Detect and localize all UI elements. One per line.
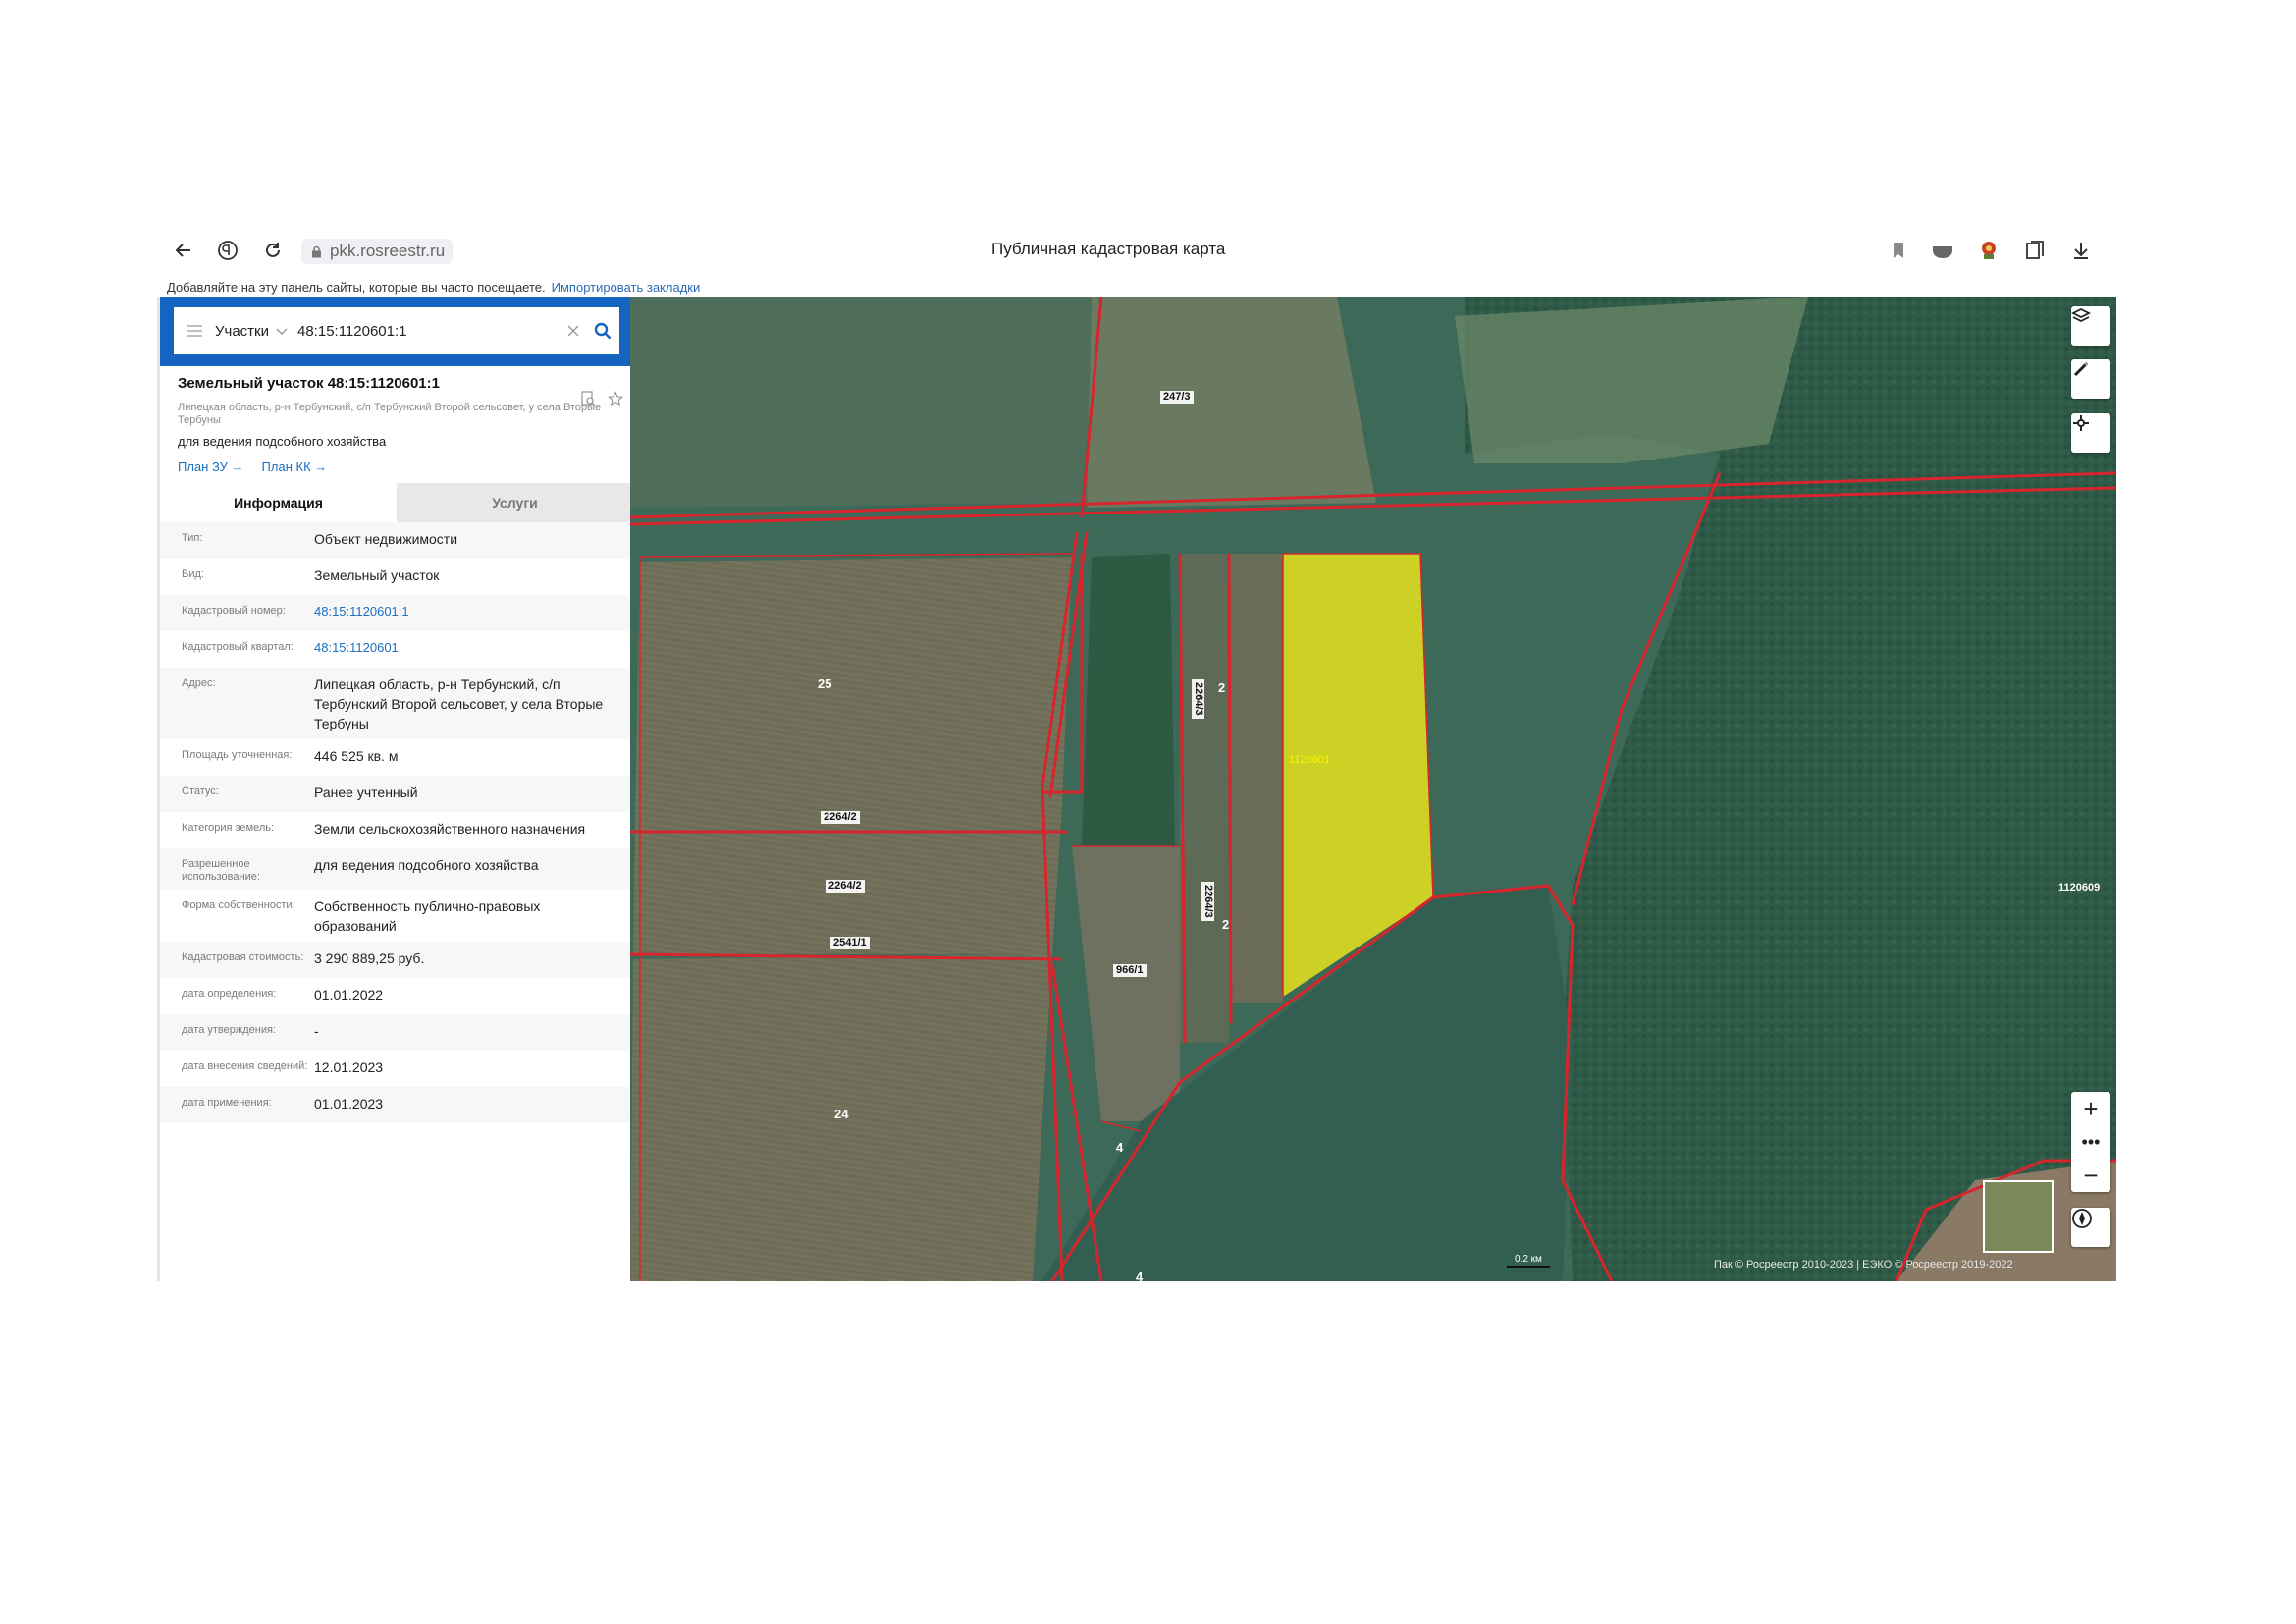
object-title: Земельный участок 48:15:1120601:1 (178, 375, 440, 392)
locate-icon[interactable] (2071, 413, 2110, 453)
scale-bar: 0.2 км (1507, 1254, 1550, 1268)
reader-mode-icon[interactable] (1930, 238, 1955, 263)
info-row-date-approved: дата утверждения: - (160, 1014, 633, 1051)
bookmarks-hint: Добавляйте на эту панель сайты, которые … (167, 279, 546, 295)
parcel-label[interactable]: 1120601 (1286, 754, 1333, 767)
parcel-label[interactable]: 4 (1113, 1141, 1126, 1154)
parcel-label[interactable]: 4 (1133, 1271, 1146, 1281)
parcel-label[interactable]: 2264/2 (821, 811, 860, 824)
back-arrow-icon[interactable] (169, 236, 198, 265)
more-icon[interactable]: ••• (2071, 1125, 2110, 1159)
page-title: Публичная кадастровая карта (991, 240, 1226, 258)
layers-icon[interactable] (2071, 306, 2110, 346)
url-text: pkk.rosreestr.ru (330, 242, 446, 260)
extension-icon[interactable] (1976, 238, 2002, 263)
satellite-map (630, 297, 2116, 1281)
object-use: для ведения подсобного хозяйства (178, 434, 387, 449)
bookmarks-bar: Добавляйте на эту панель сайты, которые … (167, 275, 700, 298)
parcel-label[interactable]: 2 (1215, 681, 1228, 694)
parcel-label[interactable]: 247/3 (1160, 391, 1194, 404)
object-header: Земельный участок 48:15:1120601:1 Липецк… (178, 375, 619, 474)
plan-zu-link[interactable]: План ЗУ → (178, 460, 244, 474)
tab-information[interactable]: Информация (160, 483, 397, 522)
search-scope-select[interactable]: Участки (215, 323, 276, 340)
search-strip: Участки 48:15:1120601:1 (160, 297, 633, 366)
zoom-control: + ••• − (2071, 1092, 2110, 1192)
download-icon[interactable] (2068, 238, 2094, 263)
search-icon[interactable] (586, 322, 619, 340)
map-view[interactable]: 247/3 25 2264/3 2 1120601 2264/2 2264/2 … (630, 297, 2116, 1281)
import-bookmarks-link[interactable]: Импортировать закладки (552, 280, 701, 295)
browser-toolbar: pkk.rosreestr.ru Публичная кадастровая к… (157, 226, 2116, 275)
side-panel: Участки 48:15:1120601:1 Земельный участо… (157, 297, 650, 1281)
zoom-out-button[interactable]: − (2071, 1159, 2110, 1192)
info-row-date-entered: дата внесения сведений: 12.01.2023 (182, 1059, 384, 1075)
info-row-land-category: Категория земель: Земли сельскохозяйствен… (182, 821, 586, 837)
plan-kk-link[interactable]: План КК → (262, 460, 328, 474)
tab-services[interactable]: Услуги (397, 483, 633, 522)
address-bar[interactable]: pkk.rosreestr.ru (301, 239, 454, 264)
info-table: Тип: Объект недвижимости Вид: Земельный уч… (160, 522, 633, 1123)
info-row-area: Площадь уточненная: 446 525 кв. м (182, 748, 399, 764)
info-row-date-determined: дата определения: 01.01.2022 (182, 987, 384, 1002)
parcel-label[interactable]: 1120609 (2056, 882, 2103, 894)
compass-icon[interactable] (2071, 1208, 2110, 1247)
info-row-ownership: Форма собственности: Собственность публич… (182, 898, 541, 934)
print-preview-icon[interactable] (580, 391, 596, 411)
cadastral-number-link[interactable]: 48:15:1120601:1 (314, 602, 633, 622)
object-tools (580, 391, 623, 411)
parcel-label[interactable]: 2541/1 (830, 937, 870, 949)
browser-window: pkk.rosreestr.ru Публичная кадастровая к… (157, 226, 2116, 1281)
info-row-cadastral-value: Кадастровая стоимость: 3 290 889,25 руб. (160, 942, 633, 978)
parcel-label[interactable]: 966/1 (1113, 964, 1147, 977)
search-box: Участки 48:15:1120601:1 (174, 307, 619, 354)
parcel-label[interactable]: 2264/3 (1201, 882, 1214, 921)
ruler-icon[interactable] (2071, 359, 2110, 399)
object-address: Липецкая область, р-н Тербунский, с/п Те… (178, 402, 602, 426)
lock-icon (312, 245, 321, 257)
parcel-label[interactable]: 2264/2 (826, 880, 865, 893)
reload-icon[interactable] (258, 236, 288, 265)
collections-icon[interactable] (2022, 238, 2048, 263)
yandex-icon[interactable] (213, 236, 242, 265)
info-row-cadastral-quarter: Кадастровый квартал: 48:15:1120601 (160, 631, 633, 668)
basemap-switcher-thumbnail[interactable] (1983, 1180, 2054, 1253)
parcel-label[interactable]: 25 (815, 677, 834, 690)
clear-icon[interactable] (561, 320, 586, 343)
search-input[interactable]: 48:15:1120601:1 (297, 323, 561, 340)
bookmark-icon[interactable] (1886, 238, 1911, 263)
cadastral-quarter-link[interactable]: 48:15:1120601 (314, 638, 633, 658)
plan-links: План ЗУ → План КК → (178, 460, 619, 474)
info-row-date-applied: дата применения: 01.01.2023 (160, 1087, 633, 1123)
info-row-status: Статус: Ранее учтенный (160, 776, 633, 812)
info-row-cadastral-number: Кадастровый номер: 48:15:1120601:1 (160, 595, 633, 631)
menu-icon[interactable] (174, 324, 215, 338)
parcel-label[interactable]: 2264/3 (1192, 679, 1204, 719)
chevron-down-icon[interactable] (276, 324, 297, 339)
zoom-in-button[interactable]: + (2071, 1092, 2110, 1125)
info-row-permitted-use: Разрешенное использование: для ведения по… (160, 848, 633, 890)
parcel-label[interactable]: 24 (831, 1108, 851, 1120)
info-row-type: Тип: Объект недвижимости (160, 522, 633, 559)
parcel-label[interactable]: 2 (1219, 918, 1232, 931)
info-row-address: Адрес: Липецкая область, р-н Тербунский, … (160, 668, 633, 739)
map-copyright: Пак © Росреестр 2010-2023 | ЕЭКО © Росре… (1714, 1259, 2013, 1271)
info-row-kind: Вид: Земельный участок (182, 568, 440, 583)
star-icon[interactable] (608, 391, 623, 411)
panel-tabs: Информация Услуги (160, 483, 633, 522)
